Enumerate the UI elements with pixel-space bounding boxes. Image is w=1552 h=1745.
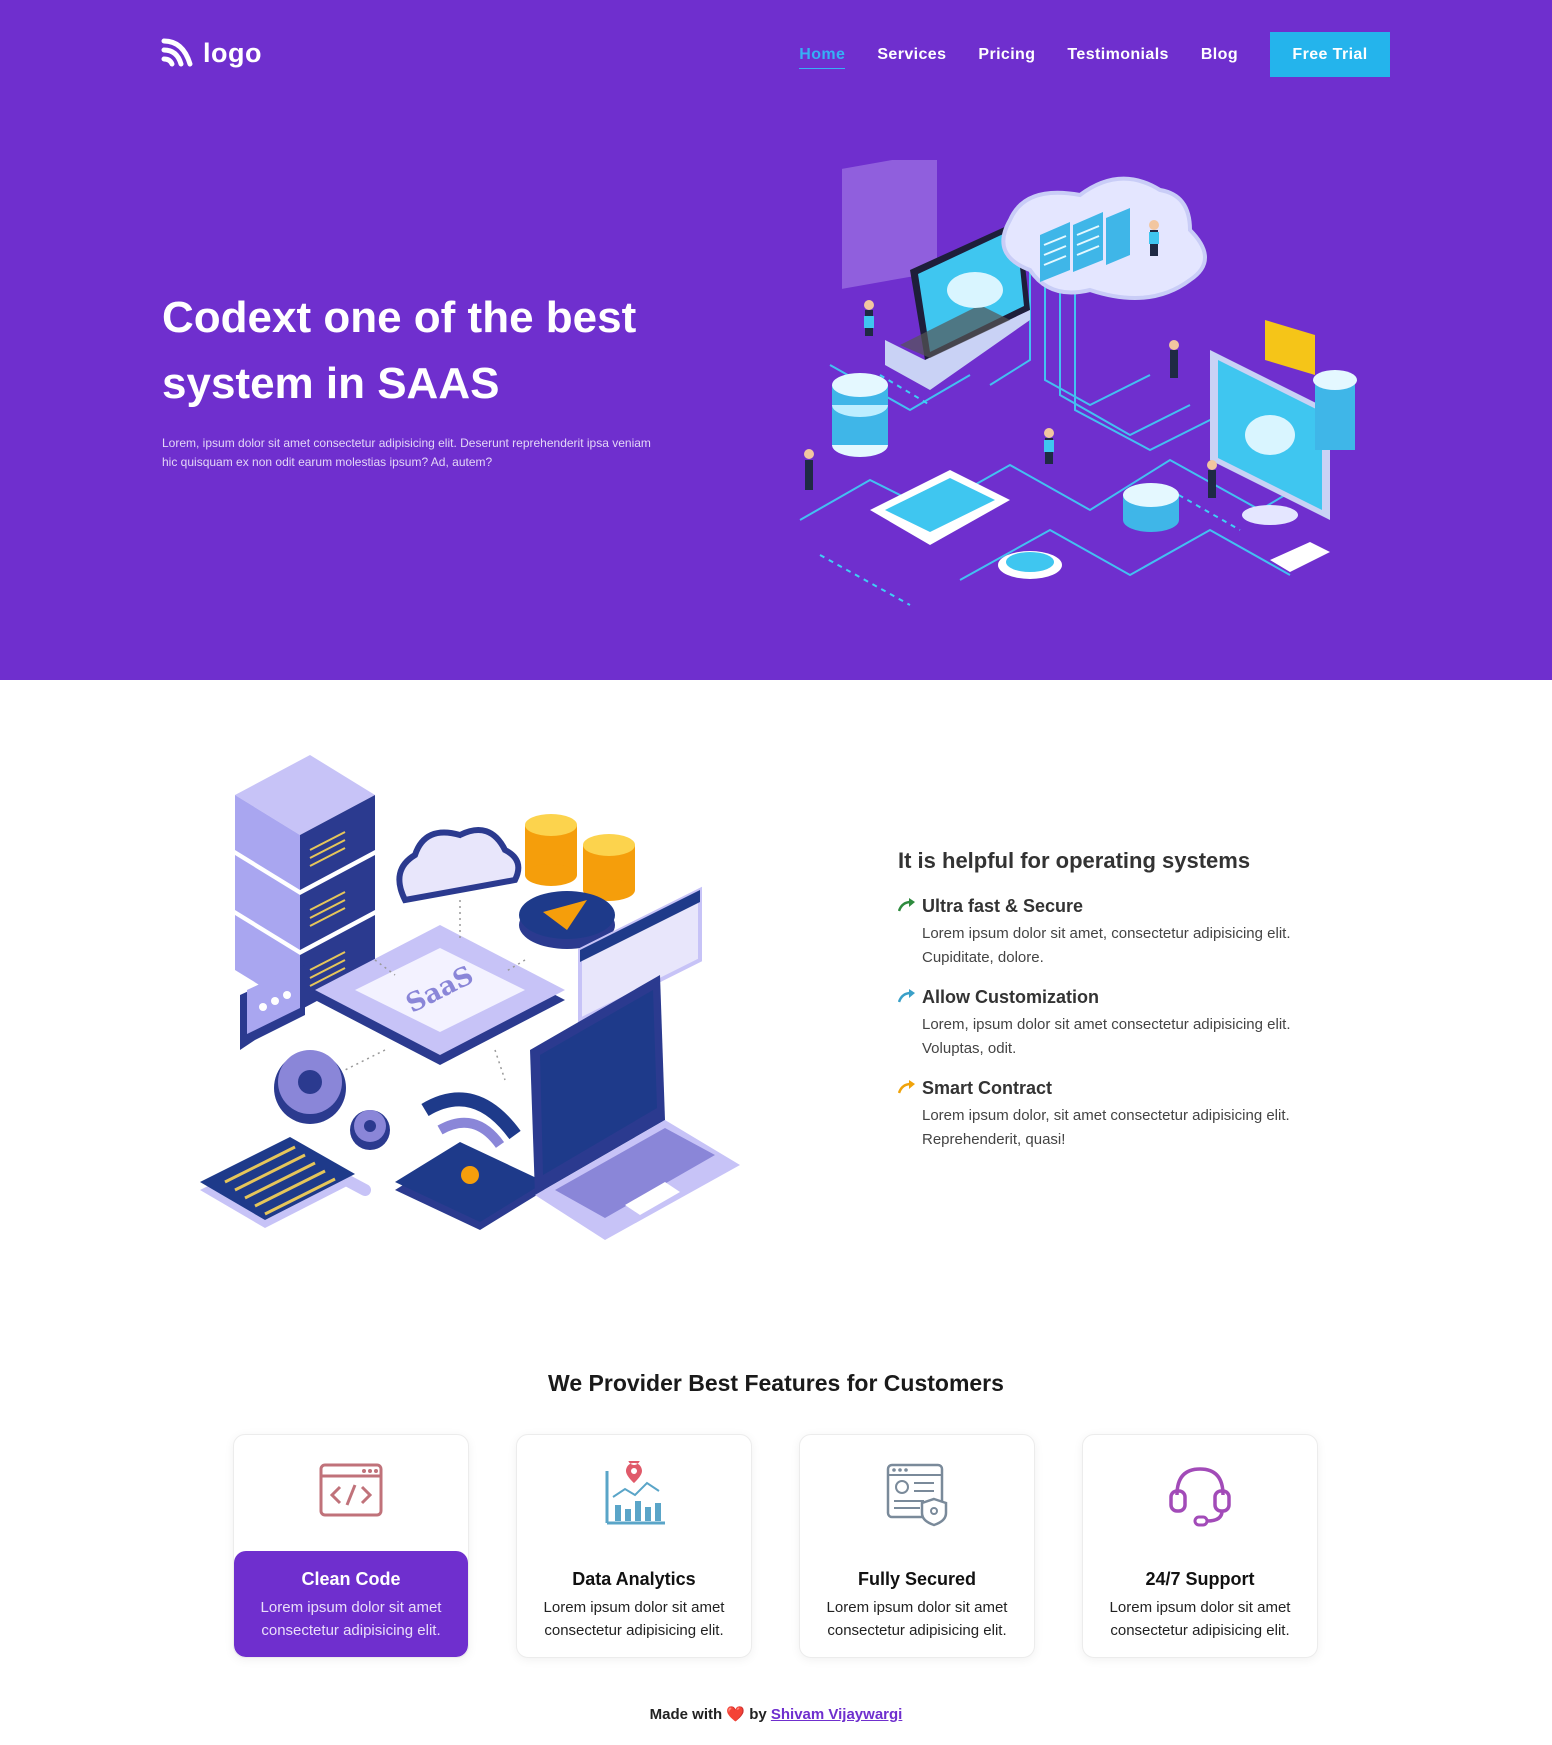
section-title: It is helpful for operating systems <box>898 848 1251 873</box>
analytics-chart-icon <box>605 1461 665 1525</box>
logo[interactable]: logo <box>161 36 262 70</box>
heart-icon: ❤️ <box>726 1706 746 1723</box>
card-description: Lorem ipsum dolor sit amet consectetur a… <box>1109 1599 1291 1639</box>
nav-home[interactable]: Home <box>799 35 846 75</box>
footer-by: by <box>749 1706 767 1723</box>
logo-text: logo <box>203 37 262 68</box>
author-link[interactable]: Shivam Vijaywargi <box>771 1706 902 1723</box>
feature-name: Ultra fast & Secure <box>922 896 1084 916</box>
nav-pricing[interactable]: Pricing <box>978 35 1035 75</box>
headset-icon <box>1169 1467 1231 1527</box>
card-description: Lorem ipsum dolor sit amet consectetur a… <box>260 1599 442 1639</box>
feature-description: Lorem, ipsum dolor sit amet consectetur … <box>922 1016 1291 1057</box>
card-title: Clean Code <box>301 1569 401 1589</box>
arrow-icon <box>898 989 915 1003</box>
logo-icon <box>161 38 193 67</box>
feature-card-data-analytics[interactable]: Data Analytics Lorem ipsum dolor sit ame… <box>516 1434 752 1658</box>
main-nav: Home Services Pricing Testimonials Blog … <box>767 32 1390 77</box>
hero-description: Lorem, ipsum dolor sit amet consectetur … <box>162 436 651 469</box>
nav-services[interactable]: Services <box>877 35 946 75</box>
feature-card-support[interactable]: 24/7 Support Lorem ipsum dolor sit amet … <box>1082 1434 1318 1658</box>
feature-name: Smart Contract <box>922 1078 1053 1098</box>
hero-title: Codext one of the best system in SAAS <box>162 293 637 408</box>
hero-section: logo Home Services Pricing Testimonials … <box>0 0 1552 680</box>
feature-card-clean-code[interactable]: Clean Code Lorem ipsum dolor sit amet co… <box>233 1434 469 1658</box>
card-description: Lorem ipsum dolor sit amet consectetur a… <box>826 1599 1008 1639</box>
arrow-icon <box>898 898 915 912</box>
free-trial-button[interactable]: Free Trial <box>1270 32 1390 77</box>
nav-testimonials[interactable]: Testimonials <box>1067 35 1168 75</box>
feature-name: Allow Customization <box>922 987 1099 1007</box>
card-title: 24/7 Support <box>1145 1569 1255 1589</box>
secure-document-icon <box>886 1463 948 1527</box>
features-heading: We Provider Best Features for Customers <box>548 1370 1004 1396</box>
footer-prefix: Made with <box>649 1706 723 1723</box>
arrow-icon <box>898 1080 915 1094</box>
footer: Made with ❤️ by Shivam Vijaywargi <box>0 1705 1552 1723</box>
cloud-network-illustration <box>799 160 1357 606</box>
code-window-icon <box>319 1463 383 1517</box>
card-title: Fully Secured <box>857 1569 977 1589</box>
feature-description: Lorem ipsum dolor, sit amet consectetur … <box>922 1107 1290 1148</box>
feature-cards: Clean Code Lorem ipsum dolor sit amet co… <box>233 1434 1318 1658</box>
card-description: Lorem ipsum dolor sit amet consectetur a… <box>543 1599 725 1639</box>
feature-item: Smart Contract Lorem ipsum dolor, sit am… <box>898 1078 1318 1152</box>
feature-card-fully-secured[interactable]: Fully Secured Lorem ipsum dolor sit amet… <box>799 1434 1035 1658</box>
saas-isometric-illustration: SaaS <box>200 755 740 1240</box>
card-title: Data Analytics <box>572 1569 696 1589</box>
nav-blog[interactable]: Blog <box>1201 35 1238 75</box>
helpful-features-section: It is helpful for operating systems Ultr… <box>898 848 1318 1169</box>
feature-item: Ultra fast & Secure Lorem ipsum dolor si… <box>898 896 1318 970</box>
feature-description: Lorem ipsum dolor sit amet, consectetur … <box>922 925 1291 966</box>
feature-item: Allow Customization Lorem, ipsum dolor s… <box>898 987 1318 1061</box>
